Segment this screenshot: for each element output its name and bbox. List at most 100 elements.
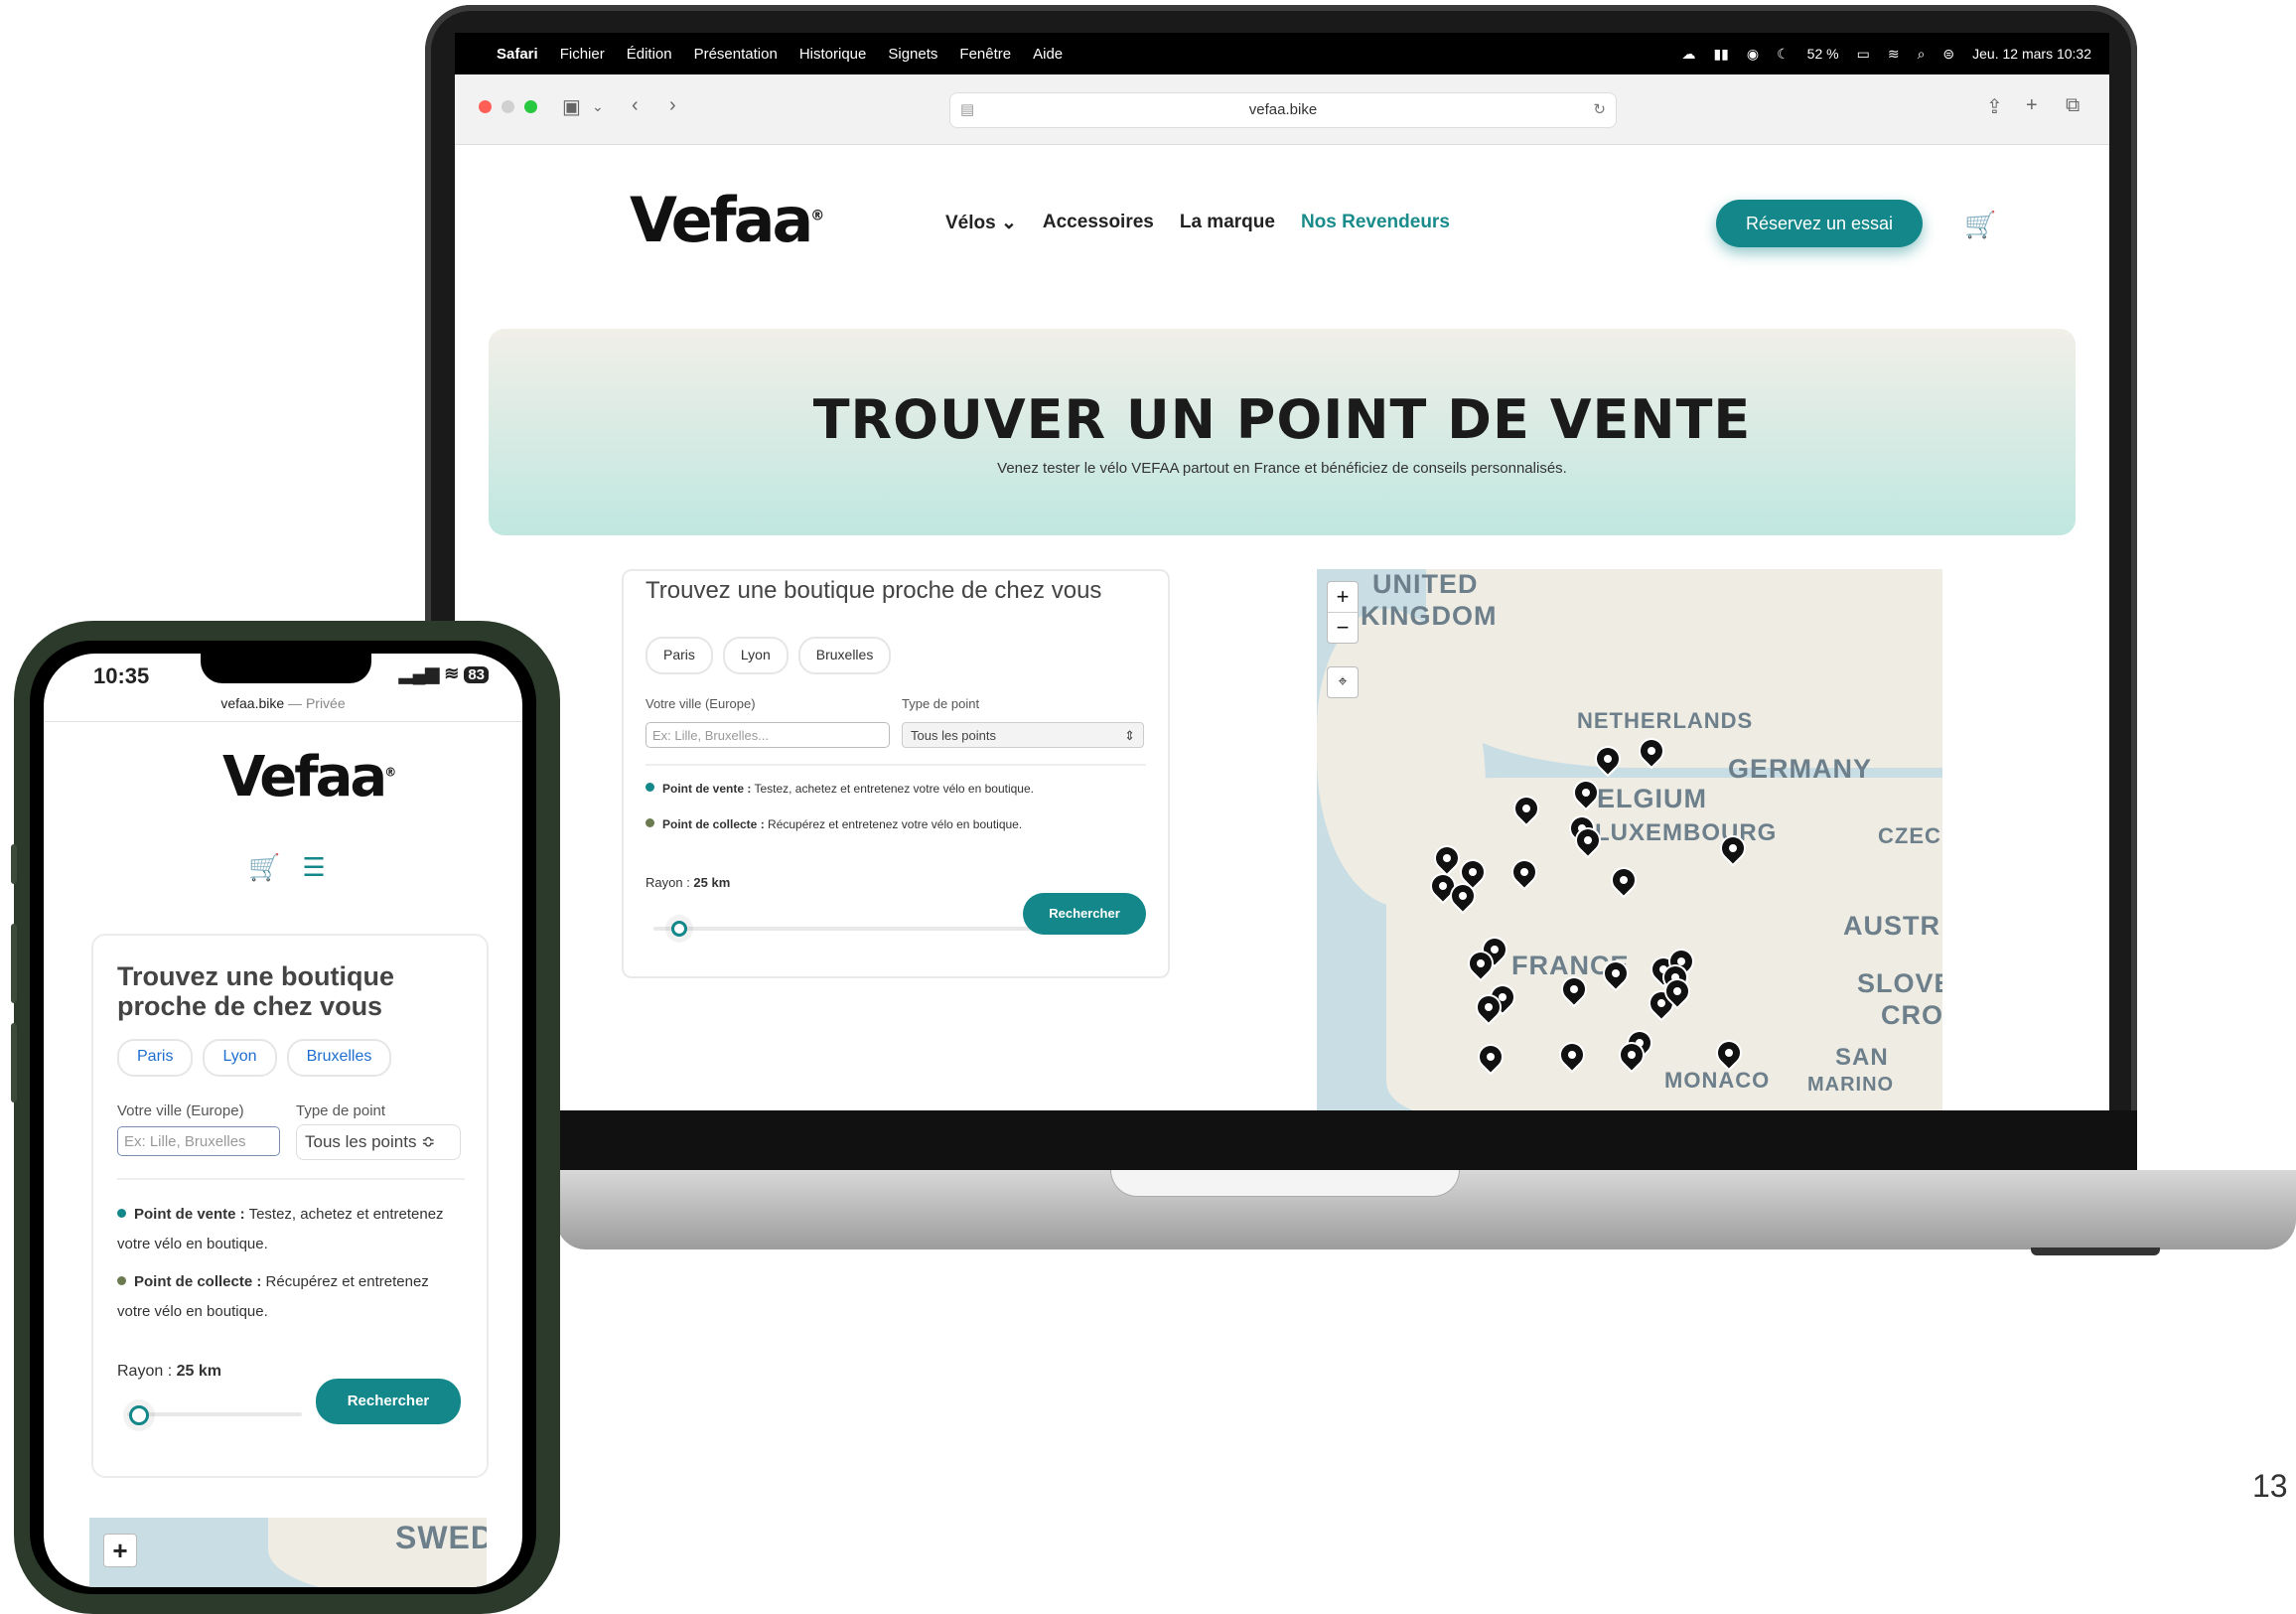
- radius-label: Rayon : 25 km: [646, 875, 730, 890]
- address-bar[interactable]: ▤ vefaa.bike ↻: [949, 92, 1617, 128]
- radius-label-text: Rayon :: [117, 1363, 177, 1380]
- new-tab-icon[interactable]: +: [2026, 94, 2038, 117]
- radius-slider-handle[interactable]: [671, 921, 687, 937]
- laptop-opening-notch: [1110, 1170, 1460, 1197]
- menu-aide[interactable]: Aide: [1033, 46, 1063, 63]
- menu-fichier[interactable]: Fichier: [560, 46, 605, 63]
- hamburger-menu-icon[interactable]: ☰: [302, 852, 325, 883]
- land-north: [1426, 569, 1942, 768]
- phone-site-logo[interactable]: Vefaa®: [222, 745, 396, 809]
- url-text: vefaa.bike: [1248, 101, 1318, 118]
- search-button[interactable]: Rechercher: [1023, 893, 1146, 935]
- share-icon[interactable]: ⇪: [1986, 94, 2003, 119]
- map-label: UNITED: [1372, 569, 1479, 599]
- reload-icon[interactable]: ↻: [1593, 93, 1606, 127]
- map-label: MONACO: [1664, 1068, 1771, 1093]
- nav-accessoires[interactable]: Accessoires: [1043, 212, 1154, 234]
- phone-address-bar[interactable]: vefaa.bike — Privée: [44, 695, 522, 711]
- finder-title: Trouvez une boutique proche de chez vous: [117, 961, 395, 1021]
- laptop-foot: [2031, 1247, 2160, 1255]
- battery-percent: 52 %: [1806, 46, 1839, 62]
- battery-icon[interactable]: ▭: [1857, 46, 1870, 63]
- page-subtitle: Venez tester le vélo VEFAA partout en Fr…: [997, 460, 1567, 477]
- map-label: SLOVE: [1857, 968, 1942, 998]
- legend-collect-title: Point de collecte :: [134, 1273, 262, 1290]
- nav-nos-revendeurs[interactable]: Nos Revendeurs: [1301, 212, 1450, 234]
- cloud-icon[interactable]: ☁: [1681, 46, 1695, 63]
- select-arrows-icon: ⇕: [1124, 728, 1135, 743]
- zoom-window-button[interactable]: [524, 100, 537, 113]
- menu-signets[interactable]: Signets: [888, 46, 937, 63]
- chip-lyon[interactable]: Lyon: [722, 637, 789, 674]
- radius-slider-track[interactable]: [127, 1412, 302, 1416]
- nav-velos[interactable]: Vélos ⌄: [945, 212, 1017, 234]
- map-label: AUSTR: [1843, 911, 1940, 941]
- radius-value: 25 km: [176, 1363, 221, 1380]
- legend-sale-title: Point de vente :: [134, 1206, 245, 1223]
- chip-lyon[interactable]: Lyon: [203, 1039, 277, 1077]
- chip-bruxelles[interactable]: Bruxelles: [797, 637, 892, 674]
- map-label: NETHERLANDS: [1577, 708, 1754, 733]
- window-controls: [479, 100, 537, 113]
- site-logo[interactable]: Vefaa®: [630, 184, 824, 256]
- map-zoom-control: + −: [1327, 581, 1359, 644]
- sidebar-icon[interactable]: ▣: [562, 94, 581, 119]
- record-icon[interactable]: ◉: [1747, 46, 1759, 63]
- cart-icon[interactable]: 🛒: [248, 852, 280, 883]
- chip-bruxelles[interactable]: Bruxelles: [286, 1039, 392, 1077]
- menu-fenetre[interactable]: Fenêtre: [959, 46, 1011, 63]
- phone-status-icons: ▂▄▆ ≋ 83: [399, 663, 489, 684]
- wifi-icon[interactable]: ≋: [1888, 46, 1900, 63]
- nav-la-marque[interactable]: La marque: [1180, 212, 1275, 234]
- moon-icon[interactable]: ☾: [1777, 46, 1790, 63]
- zoom-out-button[interactable]: −: [1328, 612, 1358, 643]
- phone-volume-down: [11, 1023, 17, 1102]
- map-label: MARINO: [1807, 1074, 1895, 1096]
- city-input[interactable]: Ex: Lille, Bruxelles: [117, 1126, 280, 1156]
- logo-text: Vefaa: [630, 184, 813, 256]
- chip-paris[interactable]: Paris: [646, 637, 713, 674]
- search-icon[interactable]: ⌕: [1918, 46, 1926, 63]
- control-center-icon[interactable]: ⊜: [1942, 46, 1954, 63]
- store-finder-card: Trouvez une boutique proche de chez vous…: [622, 569, 1170, 978]
- zoom-in-button[interactable]: +: [103, 1534, 137, 1567]
- phone-screen: 10:35 ▂▄▆ ≋ 83 vefaa.bike — Privée Vefaa…: [44, 654, 522, 1587]
- phone-dealer-map[interactable]: SWED +: [89, 1518, 487, 1587]
- city-label: Votre ville (Europe): [646, 696, 756, 711]
- map-label: LUXEMBOURG: [1595, 819, 1778, 846]
- city-input[interactable]: Ex: Lille, Bruxelles...: [646, 722, 890, 748]
- map-label: SAN: [1835, 1044, 1889, 1071]
- page-number: 13: [2252, 1468, 2288, 1504]
- menu-safari[interactable]: Safari: [497, 46, 538, 63]
- phone-time: 10:35: [93, 663, 150, 688]
- locate-icon[interactable]: ⌖: [1327, 666, 1359, 698]
- menu-historique[interactable]: Historique: [799, 46, 867, 63]
- tabs-overview-icon[interactable]: ⧉: [2066, 94, 2080, 117]
- radius-slider-handle[interactable]: [129, 1405, 149, 1425]
- menu-edition[interactable]: Édition: [627, 46, 672, 63]
- type-label: Type de point: [296, 1102, 386, 1119]
- search-button[interactable]: Rechercher: [316, 1379, 461, 1424]
- type-select[interactable]: Tous les points ⇕: [902, 722, 1144, 748]
- forward-icon[interactable]: ›: [669, 94, 676, 117]
- book-trial-button[interactable]: Réservez un essai: [1716, 200, 1923, 247]
- phone-side-button: [11, 844, 17, 884]
- control-icon[interactable]: ▮▮: [1713, 46, 1728, 63]
- phone-url: vefaa.bike: [220, 695, 285, 711]
- zoom-in-button[interactable]: +: [1328, 582, 1358, 612]
- menu-presentation[interactable]: Présentation: [694, 46, 778, 63]
- radius-slider-track[interactable]: [653, 927, 1031, 931]
- cart-icon[interactable]: 🛒: [1964, 210, 1996, 240]
- type-select-value: Tous les points: [911, 728, 996, 743]
- clock[interactable]: Jeu. 12 mars 10:32: [1972, 46, 2091, 62]
- chip-paris[interactable]: Paris: [117, 1039, 194, 1077]
- hero-banner: TROUVER UN POINT DE VENTE Venez tester l…: [489, 329, 2076, 535]
- close-window-button[interactable]: [479, 100, 492, 113]
- back-icon[interactable]: ‹: [632, 94, 639, 117]
- chevron-down-icon[interactable]: ⌄: [592, 98, 604, 115]
- dealer-map[interactable]: UNITED KINGDOM NETHERLANDS GERMANY ELGIU…: [1317, 569, 1942, 1110]
- minimize-window-button[interactable]: [502, 100, 514, 113]
- page-title: TROUVER UN POINT DE VENTE: [812, 388, 1752, 451]
- type-label: Type de point: [902, 696, 980, 711]
- type-select[interactable]: Tous les points ≎: [296, 1124, 461, 1160]
